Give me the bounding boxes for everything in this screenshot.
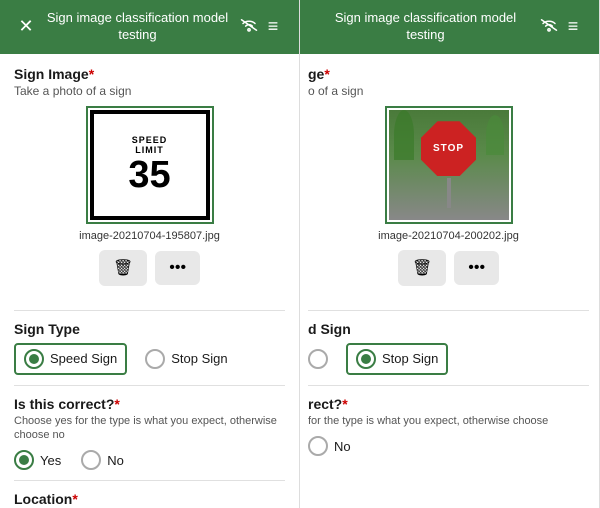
close-icon[interactable]: ✕ [14,16,38,37]
wifi-icon [237,18,261,35]
more-button-right[interactable]: ••• [454,251,499,285]
stop-sign-radio-fill-right [361,354,371,364]
sign-type-label-left: Sign Type [14,321,285,337]
stop-sign-radio-right[interactable] [356,349,376,369]
speed-limit-image: SPEEDLIMIT 35 [90,110,210,220]
correct-section-right: rect?* for the type is what you expect, … [308,396,589,456]
sign-image-section: Sign Image* Take a photo of a sign SPEED… [14,66,285,300]
yes-radio-fill-left [19,455,29,465]
no-label-left: No [107,453,124,468]
no-label-right: No [334,439,351,454]
right-header: Sign image classification model testing … [300,0,599,54]
more-button-left[interactable]: ••• [155,251,200,285]
speed-sign-option[interactable]: Speed Sign [14,343,127,375]
sign-image-container-right: STOP image-20210704-200202.jpg 🗑 [308,106,589,300]
correct-desc-left: Choose yes for the type is what you expe… [14,414,285,443]
right-divider-2 [308,385,589,386]
sign-image-sublabel: Take a photo of a sign [14,84,285,98]
correct-section-left: Is this correct?* Choose yes for the typ… [14,396,285,471]
sign-type-label-right: d Sign [308,321,589,337]
stop-sign-image: STOP [389,110,509,220]
no-radio-right[interactable] [308,436,328,456]
sign-type-section-right: d Sign Stop Sign [308,321,589,375]
sign-image-label-right: ge* [308,66,589,82]
speed-sign-label: Speed Sign [50,351,117,366]
sign-image-frame-right: STOP [385,106,513,224]
sign-type-radio-group-right: Stop Sign [308,343,589,375]
delete-button-right[interactable]: 🗑 [398,250,446,286]
divider-2 [14,385,285,386]
no-option-right[interactable]: No [308,436,351,456]
no-option-left[interactable]: No [81,450,124,470]
stop-sign-scene: STOP [389,110,509,220]
right-content: ge* o of a sign STOP [300,54,599,508]
delete-button-left[interactable]: 🗑 [99,250,147,286]
correct-label-left: Is this correct?* [14,396,285,412]
speed-sign-radio-right[interactable] [308,349,328,369]
image-filename-left: image-20210704-195807.jpg [79,230,220,242]
left-header-title: Sign image classification model testing [38,10,237,44]
sign-image-frame: SPEEDLIMIT 35 [86,106,214,224]
divider-3 [14,480,285,481]
sign-type-radio-group-left: Speed Sign Stop Sign [14,343,285,375]
correct-desc-right: for the type is what you expect, otherwi… [308,414,589,428]
no-radio-left[interactable] [81,450,101,470]
yes-no-group-left: Yes No [14,450,285,470]
yes-label-left: Yes [40,453,61,468]
tree-right [486,115,504,155]
sign-type-section-left: Sign Type Speed Sign Stop Sign [14,321,285,375]
right-header-title: Sign image classification model testing [314,10,537,44]
image-filename-right: image-20210704-200202.jpg [378,230,519,242]
sign-image-container: SPEEDLIMIT 35 image-20210704-195807.jpg … [14,106,285,300]
speed-sign-radio[interactable] [24,349,44,369]
speed-sign-graphic: SPEEDLIMIT 35 [90,110,210,220]
menu-icon[interactable]: ≡ [261,16,285,37]
yes-radio-left[interactable] [14,450,34,470]
stop-sign-radio-left[interactable] [145,349,165,369]
right-divider-1 [308,310,589,311]
location-label: Location* [14,491,285,507]
speed-sign-option-right[interactable] [308,349,328,369]
left-content: Sign Image* Take a photo of a sign SPEED… [0,54,299,508]
image-actions-right: 🗑 ••• [398,250,499,286]
yes-option-left[interactable]: Yes [14,450,61,470]
sign-image-section-right: ge* o of a sign STOP [308,66,589,300]
right-panel: Sign image classification model testing … [300,0,600,508]
location-section: Location* [14,491,285,507]
left-header: ✕ Sign image classification model testin… [0,0,299,54]
image-actions-left: 🗑 ••• [99,250,200,286]
stop-sign-option-left[interactable]: Stop Sign [145,349,227,369]
left-panel: ✕ Sign image classification model testin… [0,0,300,508]
stop-sign-option-right[interactable]: Stop Sign [346,343,448,375]
stop-sign-label-right: Stop Sign [382,351,438,366]
correct-label-right: rect?* [308,396,589,412]
stop-octagon: STOP [421,121,476,176]
right-wifi-icon [537,18,561,35]
stop-sign-label-left: Stop Sign [171,351,227,366]
sign-image-sublabel-right: o of a sign [308,84,589,98]
sign-image-label: Sign Image* [14,66,285,82]
divider-1 [14,310,285,311]
sign-pole [447,178,451,208]
yes-no-group-right: No [308,436,589,456]
right-menu-icon[interactable]: ≡ [561,16,585,37]
tree-left [394,110,414,160]
speed-sign-radio-fill [29,354,39,364]
